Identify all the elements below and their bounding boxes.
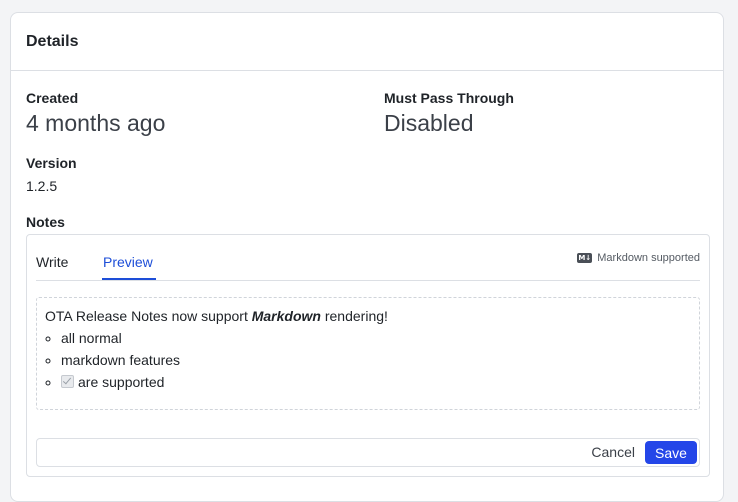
created-label: Created [26,90,79,106]
notes-editor: Write Preview M↓ Markdown supported OTA … [26,234,710,477]
tab-write[interactable]: Write [36,254,68,270]
list-item: markdown features [61,352,691,369]
preview-intro: OTA Release Notes now support Markdown r… [45,308,691,324]
save-button[interactable]: Save [645,441,697,464]
intro-text: OTA Release Notes now support [45,308,252,324]
created-value: 4 months ago [26,110,166,136]
details-card: Details Created 4 months ago Must Pass T… [10,12,724,502]
must-pass-value: Disabled [384,110,474,136]
list-item: all normal [61,330,691,347]
active-tab-indicator [102,278,156,280]
editor-actions: Cancel Save [36,438,700,467]
editor-tabs: Write Preview M↓ Markdown supported [36,235,700,281]
card-title: Details [26,32,79,50]
markdown-icon: M↓ [577,253,593,263]
markdown-hint-text: Markdown supported [597,252,700,264]
intro-text-end: rendering! [320,308,388,324]
card-header: Details [11,13,723,71]
version-label: Version [26,155,77,171]
must-pass-label: Must Pass Through [384,90,514,106]
intro-emphasis: Markdown [251,308,321,324]
markdown-hint: M↓ Markdown supported [577,252,700,264]
checkbox-checked-icon [61,375,74,388]
preview-list: all normal markdown features are support… [45,330,691,391]
notes-label: Notes [26,214,65,230]
preview-panel: OTA Release Notes now support Markdown r… [36,297,700,410]
list-item-text: are supported [78,374,165,390]
cancel-button[interactable]: Cancel [591,444,635,460]
list-item: are supported [61,374,691,391]
version-value: 1.2.5 [26,178,58,194]
tab-preview[interactable]: Preview [103,254,153,270]
